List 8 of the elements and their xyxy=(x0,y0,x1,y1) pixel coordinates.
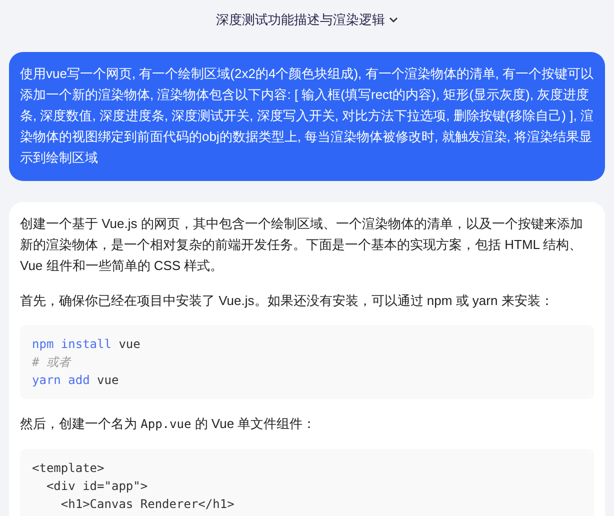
answer-paragraph: 首先，确保你已经在项目中安装了 Vue.js。如果还没有安装，可以通过 npm 或 yarn 来安装： xyxy=(20,292,554,310)
conversation-title[interactable]: 深度测试功能描述与渲染逻辑 xyxy=(216,10,385,30)
code-block: <template> <div id="app"> <h1>Canvas Renderer</h1> xyxy=(20,449,594,516)
code-block: npm install vue # 或者 yarn add vue xyxy=(20,325,594,399)
answer-paragraph: 然后，创建一个名为 App.vue 的 Vue 单文件组件： xyxy=(20,415,317,433)
chevron-down-icon[interactable] xyxy=(389,17,398,23)
user-message-bubble: 使用vue写一个网页, 有一个绘制区域(2x2的4个颜色块组成), 有一个渲染物体的清单, 有一个按键可以添加一个新的渲染物体, 渲染物体包含以下内容: [ 输入框(填写rect的内容), 矩形(显示灰度), 灰度进度条, 深度数值, 深度进度条, 深度测试开关, 深度写入开关, 对比方法下拉选项, 删除按键(移除自己) ], 渲染物体的视图绑定到前面代码的obj的数据类型上, 每当渲染物体被修改时, 就触发渲染, 将渲染结果显示到绘制区域 xyxy=(9,52,605,181)
answer-paragraph: 创建一个基于 Vue.js 的网页，其中包含一个绘制区域、一个渲染物体的清单，以及一个按键来添加新的渲染物体，是一个相对复杂的前端开发任务。下面是一个基本的实现方案，包括 HTML 结构、Vue 组件和一些简单的 CSS 样式。 xyxy=(20,215,584,275)
